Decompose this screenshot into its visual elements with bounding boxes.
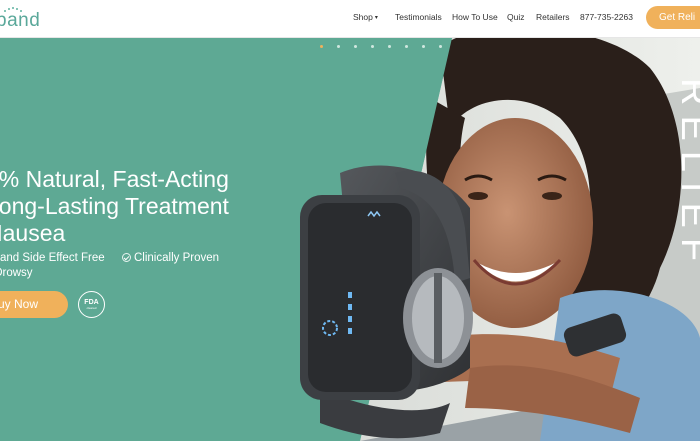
feature-drug-free: ug and Side Effect Free xyxy=(0,252,105,264)
fda-badge-sub: cleared xyxy=(86,306,97,310)
nav-testimonials[interactable]: Testimonials xyxy=(395,12,442,22)
nav-phone-link[interactable]: 877-735-2263 xyxy=(580,12,633,22)
headline-line: Long-Lasting Treatment xyxy=(0,193,229,219)
site-header: band Shop ▾ Testimonials How To Use Quiz … xyxy=(0,0,700,38)
check-circle-icon xyxy=(122,253,131,262)
chevron-down-icon: ▾ xyxy=(374,15,378,21)
carousel-dot[interactable] xyxy=(422,45,425,48)
fda-badge-main: FDA xyxy=(84,299,99,306)
feature-clinically-proven: Clinically Proven xyxy=(122,251,219,266)
carousel-dot[interactable] xyxy=(371,45,374,48)
carousel-dot[interactable] xyxy=(405,45,408,48)
headline-line: 0% Natural, Fast-Acting xyxy=(0,166,229,192)
logo-text: band xyxy=(0,10,41,31)
headline-line: Nausea xyxy=(0,220,66,246)
feature-non-drowsy: n-Drowsy xyxy=(0,267,33,279)
buy-now-button[interactable]: uy Now xyxy=(0,291,68,318)
get-relief-button[interactable]: Get Reli xyxy=(646,6,700,29)
carousel-dot[interactable] xyxy=(439,45,442,48)
nav-retailers[interactable]: Retailers xyxy=(536,12,570,22)
vertical-relief-text: RELIEF xyxy=(673,78,700,272)
nav-shop[interactable]: Shop ▾ xyxy=(353,12,378,22)
feature-clinically-proven-label: Clinically Proven xyxy=(134,252,220,264)
carousel-dot[interactable] xyxy=(388,45,391,48)
vertical-relief-word: RELIEF xyxy=(673,78,700,438)
carousel-dot[interactable] xyxy=(354,45,357,48)
nav-quiz[interactable]: Quiz xyxy=(507,12,524,22)
carousel-dot[interactable] xyxy=(337,45,340,48)
nav-how-to-use[interactable]: How To Use xyxy=(452,12,498,22)
carousel-dot[interactable] xyxy=(320,45,323,48)
nav-shop-label: Shop xyxy=(353,12,373,22)
feature-list: ug and Side Effect Free Clinically Prove… xyxy=(0,251,219,281)
hero-banner: 0% Natural, Fast-Acting Long-Lasting Tre… xyxy=(0,38,700,441)
hero-headline: 0% Natural, Fast-Acting Long-Lasting Tre… xyxy=(0,166,229,247)
fda-cleared-badge: FDA cleared xyxy=(78,291,105,318)
